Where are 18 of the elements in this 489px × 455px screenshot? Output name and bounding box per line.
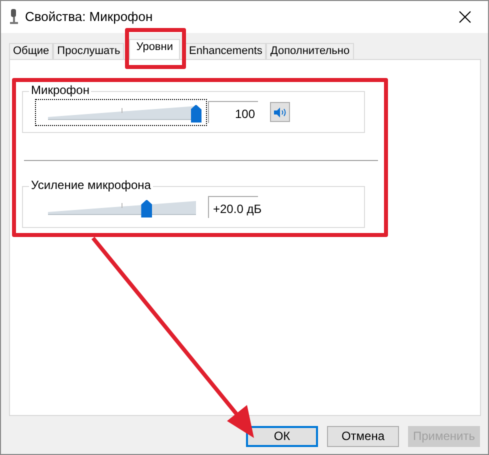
group-title: Усиление микрофона [29, 178, 153, 192]
close-icon [459, 11, 471, 23]
tab[interactable]: Уровни [129, 39, 180, 59]
tab[interactable]: Enhancements [185, 43, 266, 59]
slider-thumb[interactable] [190, 104, 202, 122]
tab[interactable]: Общие [9, 43, 54, 59]
group-title: Микрофон [29, 83, 92, 97]
slider-thumb[interactable] [141, 200, 152, 218]
speaker-icon [274, 106, 286, 118]
microphone-icon [9, 9, 19, 25]
mute-button[interactable] [270, 102, 290, 122]
dialog-button[interactable]: Отмена [327, 426, 399, 447]
level-value: 100 [208, 101, 258, 123]
dialog-button[interactable]: ОК [246, 426, 318, 447]
tab[interactable]: Дополнительно [266, 43, 354, 59]
window-title: Свойства: Микрофон [25, 8, 154, 26]
tab[interactable]: Прослушать [53, 43, 124, 59]
volume-slider[interactable] [35, 98, 207, 126]
